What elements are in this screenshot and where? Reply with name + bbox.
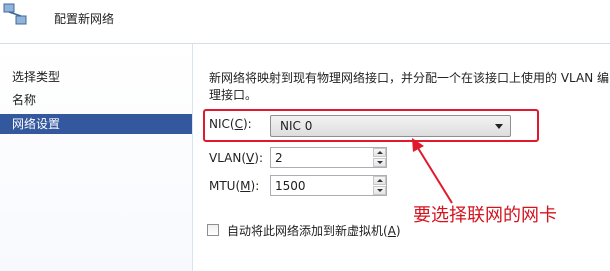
- vlan-stepper-buttons: [373, 148, 386, 167]
- network-config-icon: [0, 0, 30, 30]
- arrow-down-icon: [377, 161, 383, 164]
- wizard-header: 配置新网络: [0, 0, 610, 44]
- vlan-stepper[interactable]: 2: [270, 147, 387, 168]
- description-text: 新网络将映射到现有物理网络接口，并分配一个在该接口上使用的 VLAN 编理接口。: [209, 71, 609, 102]
- wizard-nav: 选择类型 名称 网络设置: [0, 44, 193, 271]
- mtu-value: 1500: [275, 179, 306, 193]
- settings-panel: 新网络将映射到现有物理网络接口，并分配一个在该接口上使用的 VLAN 编理接口。…: [193, 44, 610, 271]
- vlan-decrement-button[interactable]: [373, 158, 386, 167]
- arrow-up-icon: [377, 179, 383, 182]
- annotation-text: 要选择联网的网卡: [413, 205, 557, 226]
- auto-add-label[interactable]: 自动将此网络添加到新虚拟机(A): [227, 222, 401, 239]
- wizard-title: 配置新网络: [54, 12, 115, 26]
- nav-item-name[interactable]: 名称: [0, 90, 192, 110]
- mtu-label: MTU(M):: [209, 179, 260, 193]
- arrow-down-icon: [377, 189, 383, 192]
- vlan-value: 2: [275, 151, 283, 165]
- nav-item-network-settings[interactable]: 网络设置: [0, 114, 192, 134]
- highlight-box: [203, 109, 539, 142]
- vlan-increment-button[interactable]: [373, 148, 386, 157]
- arrow-up-icon: [377, 151, 383, 154]
- mtu-stepper[interactable]: 1500: [270, 175, 387, 196]
- vlan-label: VLAN(V):: [209, 151, 263, 165]
- mtu-stepper-buttons: [373, 176, 386, 195]
- nav-item-select-type[interactable]: 选择类型: [0, 67, 192, 87]
- mtu-increment-button[interactable]: [373, 176, 386, 185]
- mtu-decrement-button[interactable]: [373, 186, 386, 195]
- auto-add-checkbox[interactable]: [207, 224, 219, 236]
